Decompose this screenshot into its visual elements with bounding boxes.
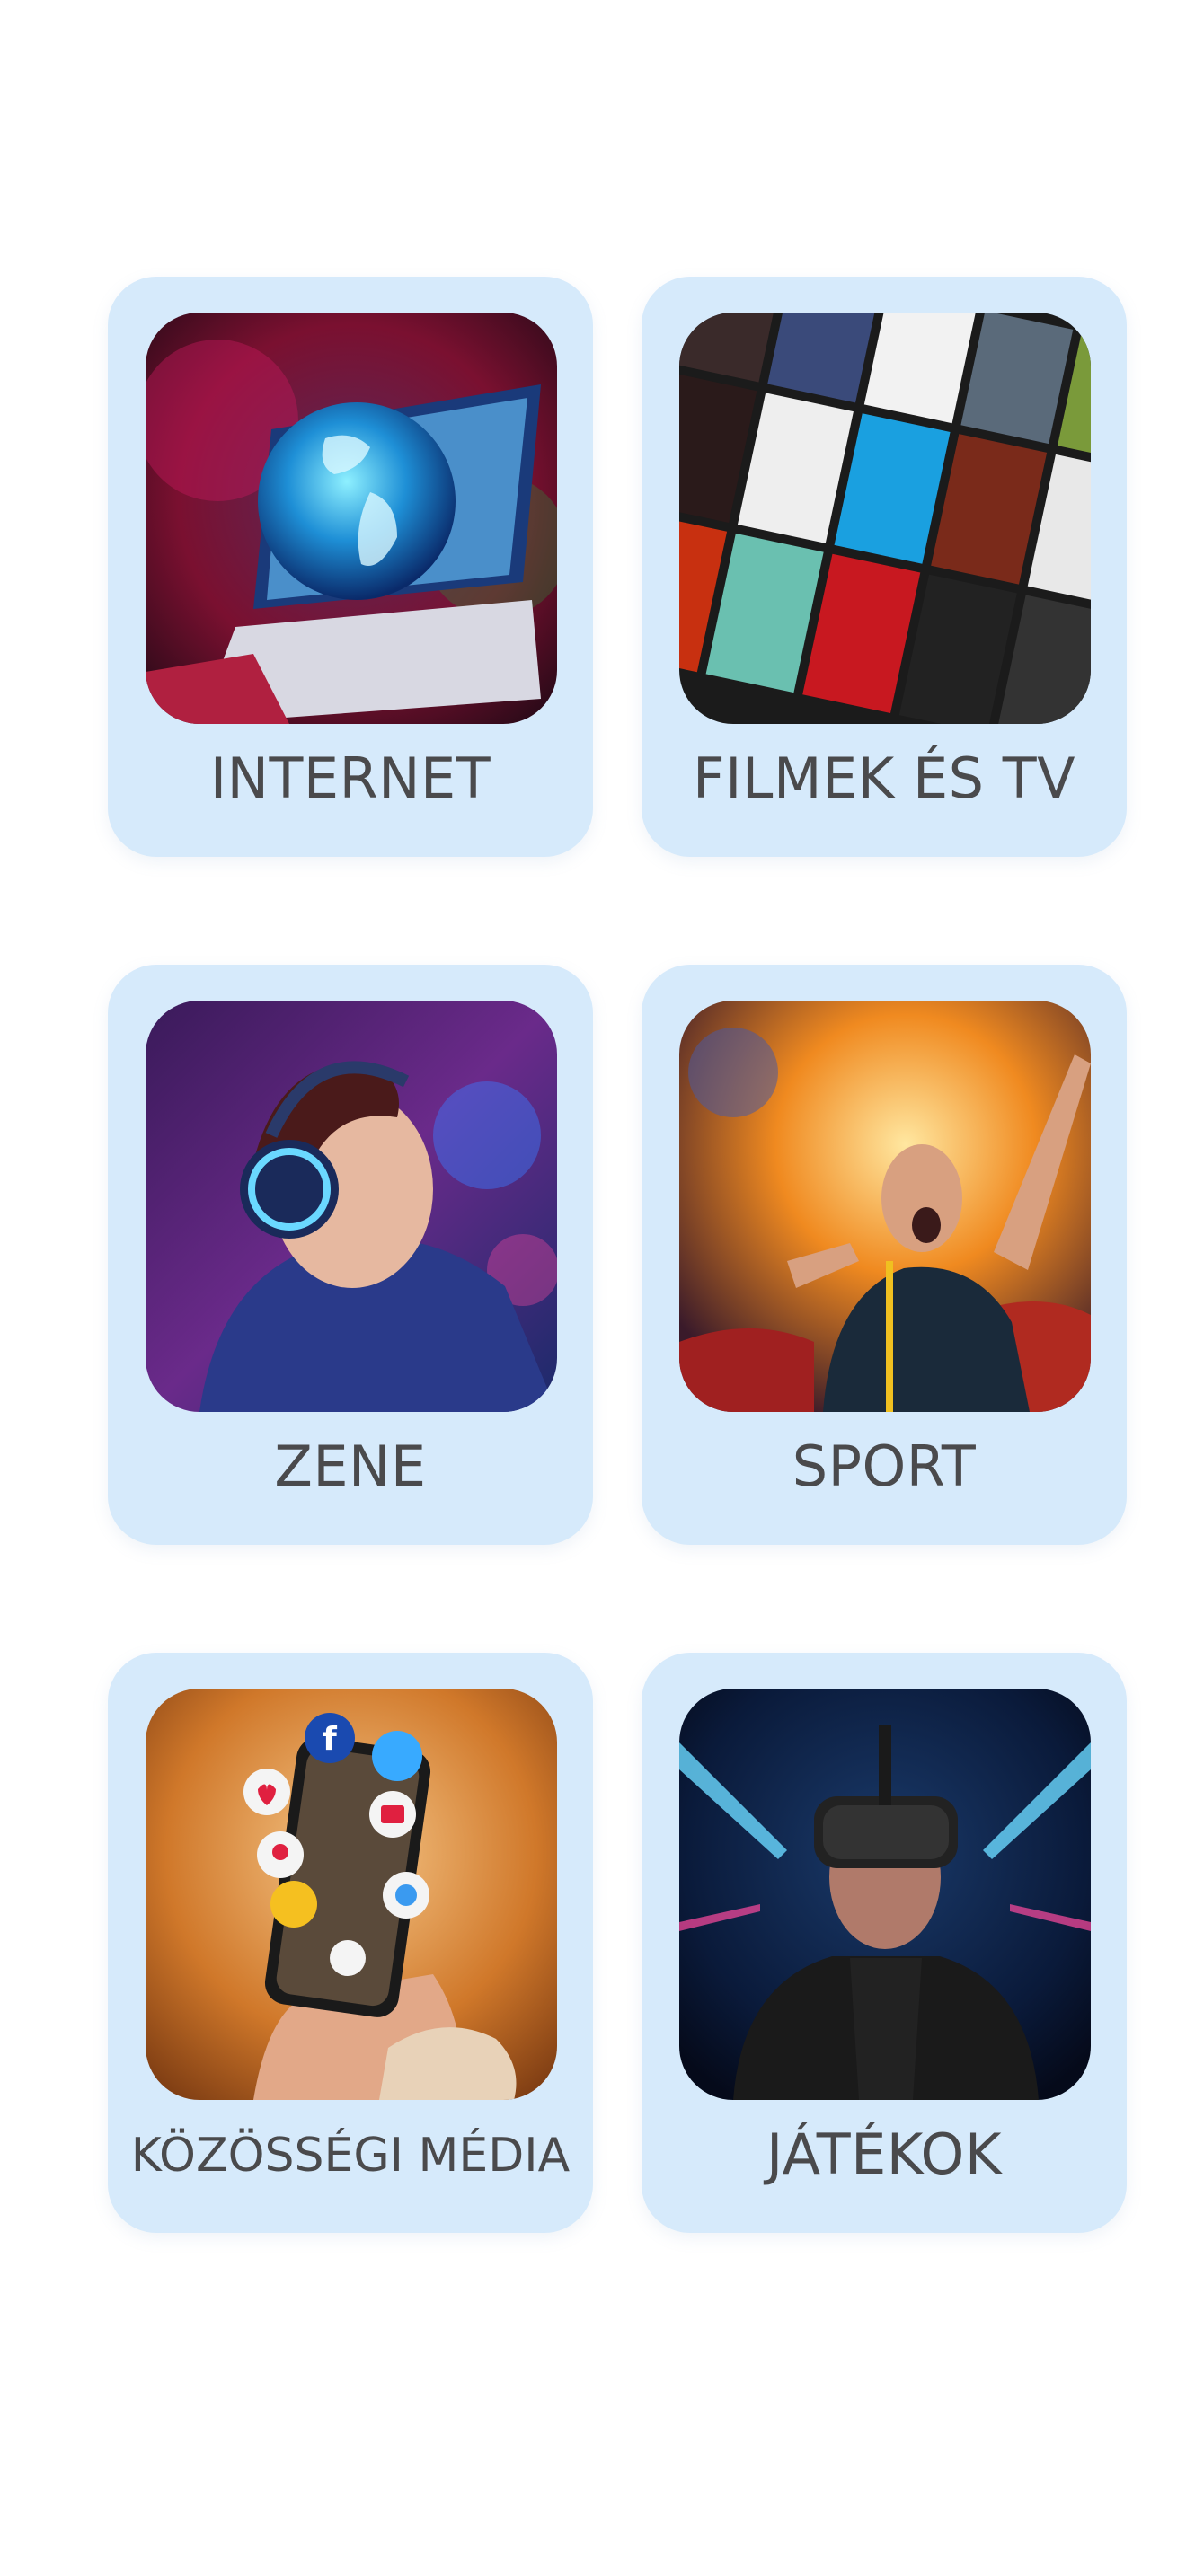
category-card-internet[interactable]: INTERNET — [108, 277, 593, 857]
category-label: KÖZÖSSÉGI MÉDIA — [130, 2129, 571, 2183]
category-label: INTERNET — [209, 745, 491, 811]
smartphone-social-icons-image: f — [146, 1689, 557, 2100]
cheering-fan-image — [679, 1001, 1091, 1412]
headphones-listener-image — [146, 1001, 557, 1412]
category-card-games[interactable]: JÁTÉKOK — [642, 1653, 1127, 2233]
category-card-social-media[interactable]: f KÖZÖSSÉGI MÉDIA — [108, 1653, 593, 2233]
category-card-music[interactable]: ZENE — [108, 965, 593, 1545]
category-label: JÁTÉKOK — [766, 2122, 1003, 2187]
category-card-movies-tv[interactable]: FILMEK ÉS TV — [642, 277, 1127, 857]
category-grid: INTERNET FILMEK ÉS TV ZENE SPORT f KÖZÖS… — [0, 0, 1186, 2576]
svg-text:f: f — [323, 1721, 337, 1758]
category-card-sport[interactable]: SPORT — [642, 965, 1127, 1545]
internet-globe-image — [146, 313, 557, 724]
movie-posters-image — [679, 313, 1091, 724]
category-label: SPORT — [792, 1434, 977, 1499]
vr-headset-gamer-image — [679, 1689, 1091, 2100]
category-label: ZENE — [274, 1434, 427, 1499]
category-label: FILMEK ÉS TV — [692, 745, 1076, 811]
